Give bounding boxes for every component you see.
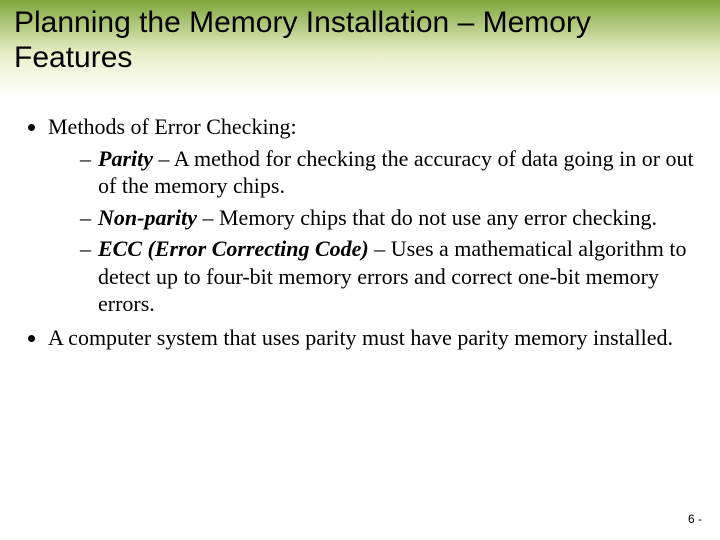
slide-body: Methods of Error Checking: Parity – A me… [0, 97, 720, 351]
bullet-list: Methods of Error Checking: Parity – A me… [26, 113, 694, 351]
desc-parity: – A method for checking the accuracy of … [98, 146, 694, 199]
list-item: Parity – A method for checking the accur… [80, 145, 694, 200]
desc-nonparity: – Memory chips that do not use any error… [197, 205, 657, 230]
list-item: A computer system that uses parity must … [48, 324, 694, 352]
term-parity: Parity [98, 146, 153, 171]
term-nonparity: Non-parity [98, 205, 197, 230]
bullet-text: Methods of Error Checking: [48, 114, 297, 139]
slide-title: Planning the Memory Installation – Memor… [14, 6, 706, 75]
list-item: Methods of Error Checking: Parity – A me… [48, 113, 694, 318]
slide: Planning the Memory Installation – Memor… [0, 0, 720, 540]
bullet-text: A computer system that uses parity must … [48, 325, 673, 350]
list-item: ECC (Error Correcting Code) – Uses a mat… [80, 235, 694, 318]
title-band: Planning the Memory Installation – Memor… [0, 0, 720, 97]
sub-list: Parity – A method for checking the accur… [48, 145, 694, 318]
page-number: 6 - [688, 512, 702, 526]
list-item: Non-parity – Memory chips that do not us… [80, 204, 694, 232]
term-ecc: ECC (Error Correcting Code) [98, 236, 369, 261]
